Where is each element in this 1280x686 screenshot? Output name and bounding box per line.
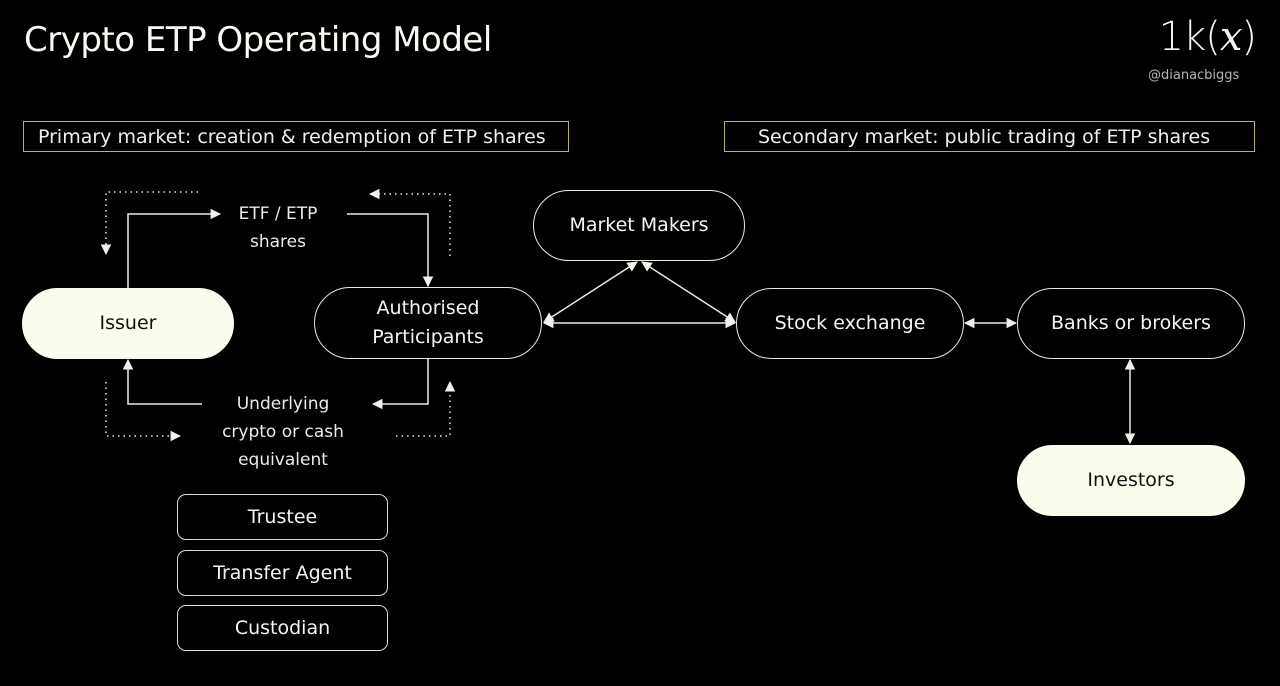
underlying-label-line1: Underlying xyxy=(236,394,330,414)
market-makers-label: Market Makers xyxy=(569,214,709,236)
issuer-node: Issuer xyxy=(22,288,234,359)
ap-label-line1: Authorised xyxy=(376,297,480,319)
ap-label-line2: Participants xyxy=(372,326,484,348)
issuer-label: Issuer xyxy=(99,312,157,334)
issuer-return-dotted-arrow xyxy=(100,191,198,256)
underlying-flow-label: Underlying crypto or cash equivalent xyxy=(198,390,368,474)
ap-crypto-dotted-arrow xyxy=(396,380,456,437)
custodian-box: Custodian xyxy=(177,605,388,651)
shares-to-ap-arrow xyxy=(347,213,434,288)
banks-brokers-node: Banks or brokers xyxy=(1017,288,1245,359)
shares-label-line2: shares xyxy=(250,232,306,252)
redeem-shares-dotted-arrow xyxy=(368,188,451,256)
ap-to-underlying-arrow xyxy=(371,358,429,410)
banks-brokers-label: Banks or brokers xyxy=(1051,312,1211,334)
underlying-to-issuer-arrow xyxy=(122,358,202,405)
trustee-label: Trustee xyxy=(247,506,318,528)
issuer-crypto-dotted-arrow xyxy=(105,382,182,442)
stock-exchange-node: Stock exchange xyxy=(736,288,964,359)
issuer-to-shares-arrow xyxy=(127,208,222,288)
investors-label: Investors xyxy=(1087,469,1175,491)
trustee-box: Trustee xyxy=(177,494,388,540)
ap-market-makers-arrow xyxy=(543,261,638,323)
underlying-label-line2: crypto or cash xyxy=(222,422,344,442)
market-makers-exchange-arrow xyxy=(641,261,736,323)
authorised-participants-node: Authorised Participants xyxy=(314,287,542,359)
market-makers-node: Market Makers xyxy=(533,190,745,261)
transfer-agent-box: Transfer Agent xyxy=(177,550,388,596)
underlying-label-line3: equivalent xyxy=(238,450,328,470)
shares-label-line1: ETF / ETP xyxy=(238,204,318,224)
stock-exchange-label: Stock exchange xyxy=(774,312,926,334)
transfer-agent-label: Transfer Agent xyxy=(213,562,352,584)
custodian-label: Custodian xyxy=(234,617,331,639)
investors-node: Investors xyxy=(1017,445,1245,516)
shares-flow-label: ETF / ETP shares xyxy=(218,200,338,256)
